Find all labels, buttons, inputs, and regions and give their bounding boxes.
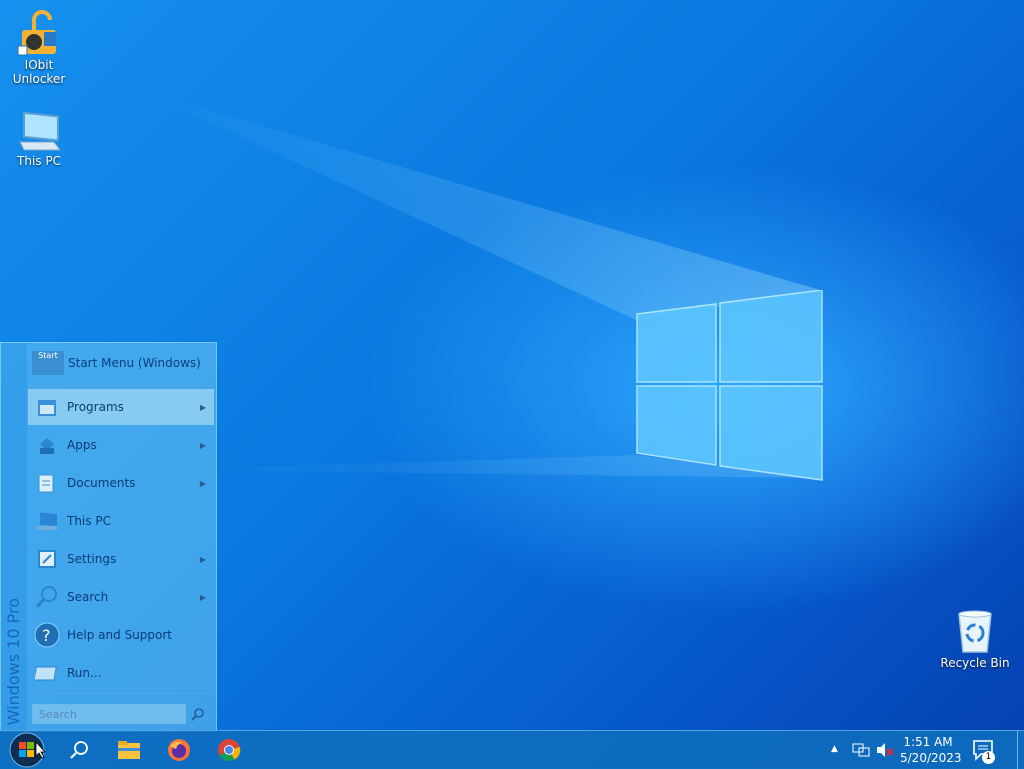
start-menu-title: Start Menu (Windows)	[68, 356, 201, 370]
start-menu-item-label: Apps	[67, 438, 97, 452]
taskbar-search-button[interactable]	[56, 731, 102, 769]
start-menu-item-label: Help and Support	[67, 628, 172, 642]
clock-time: 1:51 AM	[903, 735, 953, 749]
start-orb-icon	[9, 732, 45, 768]
desktop-icon-label: Unlocker	[12, 72, 66, 86]
windows-wallpaper-logo	[636, 290, 823, 481]
desktop-icon-this-pc[interactable]: This PC	[0, 108, 78, 168]
file-explorer-icon	[118, 741, 140, 759]
search-icon[interactable]	[191, 707, 205, 721]
start-menu-item-programs[interactable]: Programs ▶	[28, 389, 214, 425]
start-menu-item-documents[interactable]: Documents ▶	[28, 465, 214, 501]
network-icon[interactable]	[851, 741, 871, 759]
recycle-bin-icon	[958, 610, 992, 653]
run-icon	[33, 659, 61, 687]
start-menu-item-label: Documents	[67, 476, 136, 490]
start-menu-item-run[interactable]: Run...	[28, 655, 214, 691]
start-menu-search-input[interactable]: Search	[32, 704, 186, 724]
clock-date: 5/20/2023	[900, 751, 962, 765]
taskbar-firefox[interactable]	[156, 731, 202, 769]
start-menu-item-label: This PC	[67, 514, 111, 528]
programs-icon	[33, 393, 61, 421]
taskbar-file-explorer[interactable]	[106, 731, 152, 769]
show-desktop-button[interactable]	[1017, 731, 1024, 769]
search-icon	[33, 583, 61, 611]
start-menu-badge-icon: Start	[32, 351, 64, 375]
taskbar-clock[interactable]: 1:51 AM 5/20/2023	[900, 734, 962, 766]
apps-icon	[33, 431, 61, 459]
start-menu-header[interactable]: Start Start Menu (Windows)	[27, 343, 216, 383]
start-menu-item-label: Settings	[67, 552, 117, 566]
start-menu-divider	[28, 385, 214, 386]
settings-icon	[33, 545, 61, 573]
start-menu-item-label: Run...	[67, 666, 102, 680]
start-menu-item-this-pc[interactable]: This PC	[28, 503, 214, 539]
chrome-icon	[218, 739, 241, 761]
search-icon	[70, 741, 88, 759]
computer-icon	[19, 111, 61, 151]
firefox-icon	[168, 739, 190, 761]
desktop-icon-label: IObit	[24, 58, 54, 72]
submenu-arrow-icon: ▶	[199, 440, 206, 450]
start-menu-item-help[interactable]: ? Help and Support	[28, 617, 214, 653]
notification-center-button[interactable]: 1	[966, 735, 998, 765]
start-menu-item-apps[interactable]: Apps ▶	[28, 427, 214, 463]
taskbar: ▲ 1:51 AM 5/20/2023 1	[0, 730, 1024, 769]
submenu-arrow-icon: ▶	[199, 478, 206, 488]
desktop-icon-label: This PC	[17, 154, 61, 168]
taskbar-chrome[interactable]	[206, 731, 252, 769]
start-menu-side-band: Windows 10 Pro	[1, 343, 27, 731]
desktop-icon-iobit-unlocker[interactable]: IObit Unlocker	[0, 10, 78, 86]
start-menu-item-search[interactable]: Search ▶	[28, 579, 214, 615]
start-menu-divider	[28, 693, 214, 694]
submenu-arrow-icon: ▶	[199, 402, 206, 412]
submenu-arrow-icon: ▶	[199, 554, 206, 564]
desktop-icon-label: Recycle Bin	[940, 656, 1010, 670]
svg-text:?: ?	[42, 626, 51, 645]
start-menu-item-label: Programs	[67, 400, 124, 414]
start-menu-item-settings[interactable]: Settings ▶	[28, 541, 214, 577]
submenu-arrow-icon: ▶	[199, 592, 206, 602]
iobit-unlocker-icon	[17, 10, 56, 56]
documents-icon	[33, 469, 61, 497]
help-icon: ?	[33, 621, 61, 649]
desktop-icon-recycle-bin[interactable]: Recycle Bin	[936, 608, 1014, 670]
start-menu-item-label: Search	[67, 590, 109, 604]
start-menu-edition-label: Windows 10 Pro	[4, 597, 23, 725]
volume-muted-icon[interactable]	[875, 741, 895, 759]
start-button[interactable]	[4, 731, 50, 769]
notification-count-badge: 1	[982, 751, 995, 764]
tray-overflow-icon[interactable]: ▲	[831, 744, 838, 754]
computer-icon	[33, 507, 61, 535]
